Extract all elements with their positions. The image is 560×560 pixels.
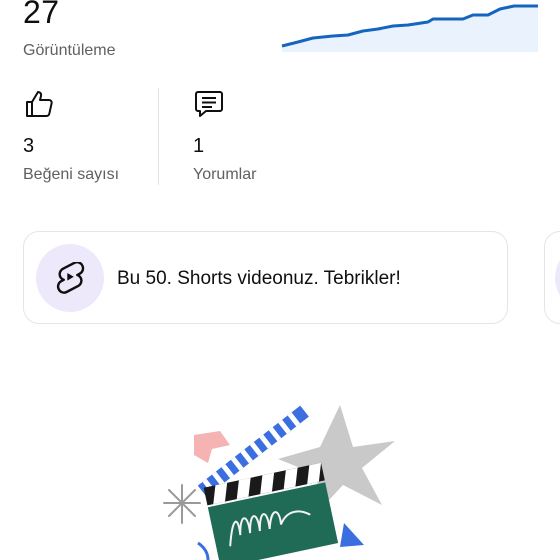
milestone-icon-badge	[36, 244, 104, 312]
blue-triangle-shape	[340, 523, 364, 547]
milestone-text: Bu 50. Shorts videonuz. Tebrikler!	[117, 268, 401, 289]
likes-count: 3	[23, 135, 35, 157]
comments-count: 1	[193, 135, 205, 157]
comments-label: Yorumlar	[193, 166, 257, 183]
likes-label: Beğeni sayısı	[23, 166, 120, 183]
blue-arc-shape	[197, 541, 210, 560]
comments-stat: 1 Yorumlar	[193, 88, 333, 183]
views-trend-sparkline	[281, 4, 538, 52]
stat-divider	[158, 88, 159, 185]
views-count: 27	[23, 0, 60, 30]
views-label: Görüntüleme	[23, 42, 116, 59]
milestone-card[interactable]: Bu 50. Shorts videonuz. Tebrikler!	[23, 231, 508, 324]
sparkle-burst-shape	[163, 484, 201, 524]
sparkline-area	[282, 6, 538, 52]
thumbs-up-icon	[26, 91, 53, 117]
celebration-illustration	[163, 405, 395, 560]
comment-icon	[195, 91, 223, 117]
likes-stat: 3 Beğeni sayısı	[23, 88, 163, 183]
next-milestone-card[interactable]	[544, 231, 560, 324]
shorts-icon	[56, 262, 85, 294]
analytics-page: 27 Görüntüleme 3 Beğeni sayısı 1 Yorumla…	[0, 0, 560, 560]
pink-chevron-shape	[194, 431, 230, 463]
next-card-icon-badge	[555, 244, 560, 312]
